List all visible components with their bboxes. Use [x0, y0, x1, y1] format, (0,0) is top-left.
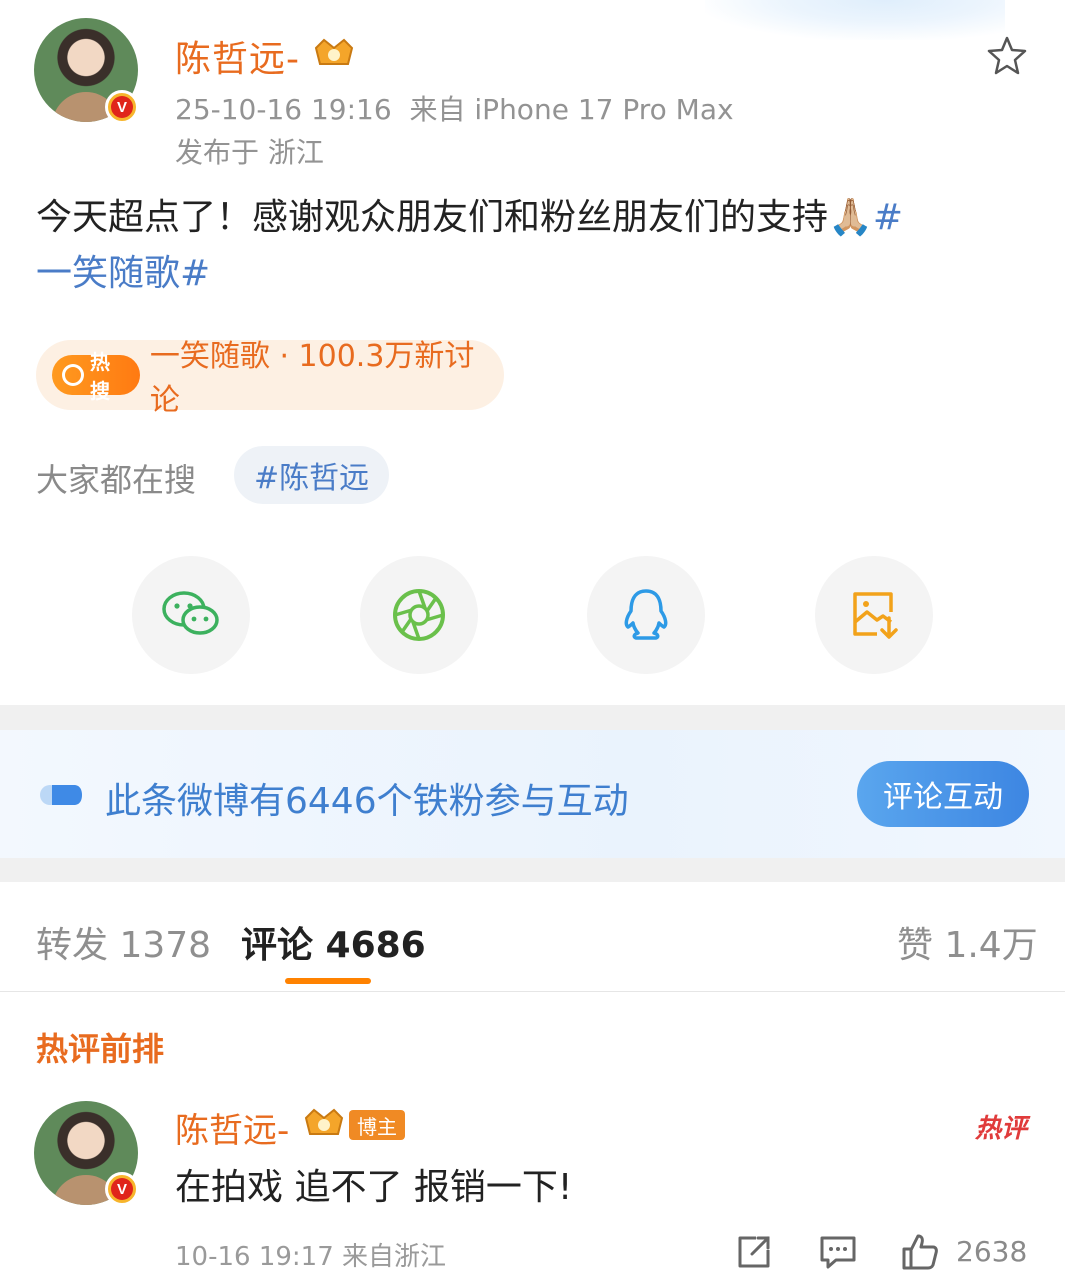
share-moments-button[interactable] — [360, 556, 478, 674]
comment-meta: 10-16 19:17 来自浙江 — [175, 1242, 447, 1272]
verified-badge-icon: V — [105, 1172, 139, 1206]
post-source: 来自 iPhone 17 Pro Max — [409, 93, 734, 126]
section-divider — [0, 858, 1065, 882]
comment-interact-button[interactable]: 评论互动 — [857, 761, 1029, 827]
hashtag-link-start[interactable]: # — [873, 197, 903, 238]
fan-interaction-text: 此条微博有6446个铁粉参与互动 — [105, 781, 629, 822]
blogger-badge: 博主 — [349, 1110, 405, 1140]
save-image-button[interactable] — [815, 556, 933, 674]
verified-badge-icon: V — [105, 90, 139, 124]
search-icon — [62, 364, 84, 386]
tab-active-indicator — [285, 978, 371, 984]
hashtag-link[interactable]: 一笑随歌# — [36, 253, 210, 294]
share-qq-button[interactable] — [587, 556, 705, 674]
tab-divider — [0, 991, 1065, 992]
tab-repost[interactable]: 转发 1378 — [36, 916, 211, 968]
tab-comment[interactable]: 评论 4686 — [241, 916, 426, 968]
hot-search-chip-label: 热搜 — [89, 350, 110, 403]
section-divider — [0, 705, 1065, 730]
like-thumb-icon[interactable] — [900, 1232, 940, 1272]
comment-text: 在拍戏 追不了 报销一下! — [175, 1167, 573, 1208]
header-decoration — [705, 0, 1005, 40]
favorite-star-icon[interactable] — [985, 34, 1029, 78]
comment-icon[interactable] — [818, 1232, 858, 1272]
commenter-name[interactable]: 陈哲远- — [175, 1103, 289, 1152]
author-name[interactable]: 陈哲远- — [175, 30, 300, 82]
hot-comments-title: 热评前排 — [36, 1030, 165, 1068]
qq-penguin-icon — [624, 589, 668, 640]
hot-comment-stamp: 热评 — [974, 1114, 1027, 1144]
everyone-search-label: 大家都在搜 — [36, 461, 197, 499]
share-wechat-button[interactable] — [132, 556, 250, 674]
wechat-icon — [162, 591, 219, 635]
download-image-icon — [853, 592, 898, 639]
comment-like-count: 2638 — [956, 1235, 1028, 1268]
post-location: 发布于 浙江 — [175, 136, 324, 169]
post-body: 今天超点了！感谢观众朋友们和粉丝朋友们的支持🙏🏼# 一笑随歌# — [36, 190, 1026, 302]
crown-badge-icon — [314, 38, 354, 65]
hot-search-pill[interactable]: 热搜 一笑随歌 · 100.3万新讨论 — [36, 339, 504, 418]
post-text: 今天超点了！感谢观众朋友们和粉丝朋友们的支持🙏🏼 — [36, 197, 873, 238]
hot-search-chip: 热搜 — [52, 350, 140, 403]
tab-like[interactable]: 赞 1.4万 — [897, 916, 1038, 968]
post-timestamp: 25-10-16 19:16 — [175, 93, 392, 126]
crown-badge-icon — [304, 1108, 344, 1135]
everyone-search-chip[interactable]: #陈哲远 — [234, 446, 390, 504]
post-timestamp-source: 25-10-16 19:16 来自 iPhone 17 Pro Max — [175, 88, 734, 128]
moments-aperture-icon — [393, 589, 445, 641]
hot-search-text: 一笑随歌 · 100.3万新讨论 — [149, 339, 475, 418]
repost-icon[interactable] — [734, 1232, 774, 1272]
fan-play-icon — [40, 785, 82, 805]
